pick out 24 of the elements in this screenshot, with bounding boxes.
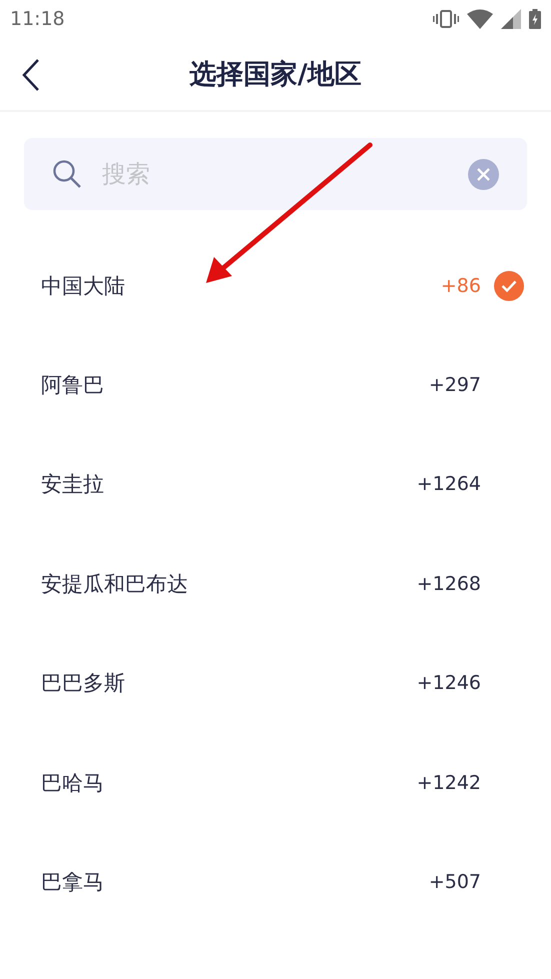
country-name[interactable]: 巴巴多斯 [41, 669, 417, 698]
signal-icon [501, 9, 521, 29]
check-icon [494, 271, 524, 301]
battery-icon [529, 9, 541, 29]
status-time: 11:18 [10, 8, 65, 30]
country-name[interactable]: 安提瓜和巴布达 [41, 570, 417, 598]
wifi-icon [467, 9, 493, 29]
vibrate-icon [433, 9, 459, 29]
back-icon [22, 59, 40, 91]
page-title: 选择国家/地区 [190, 58, 362, 92]
country-name[interactable]: 巴拿马 [41, 868, 429, 896]
dial-code: +1242 [416, 772, 481, 794]
dial-code: +297 [428, 374, 481, 396]
search-icon [52, 159, 82, 189]
dial-code: +1264 [416, 473, 481, 496]
country-name[interactable]: 安圭拉 [41, 470, 417, 498]
dial-code: +507 [428, 871, 481, 894]
dial-code: +1246 [416, 672, 481, 694]
country-name[interactable]: 中国大陆 [41, 272, 441, 300]
back-button[interactable] [22, 58, 42, 92]
country-name[interactable]: 阿鲁巴 [41, 371, 429, 400]
country-name[interactable]: 巴哈马 [41, 768, 417, 797]
dial-code: +86 [440, 274, 481, 297]
dial-code: +1268 [416, 572, 481, 595]
